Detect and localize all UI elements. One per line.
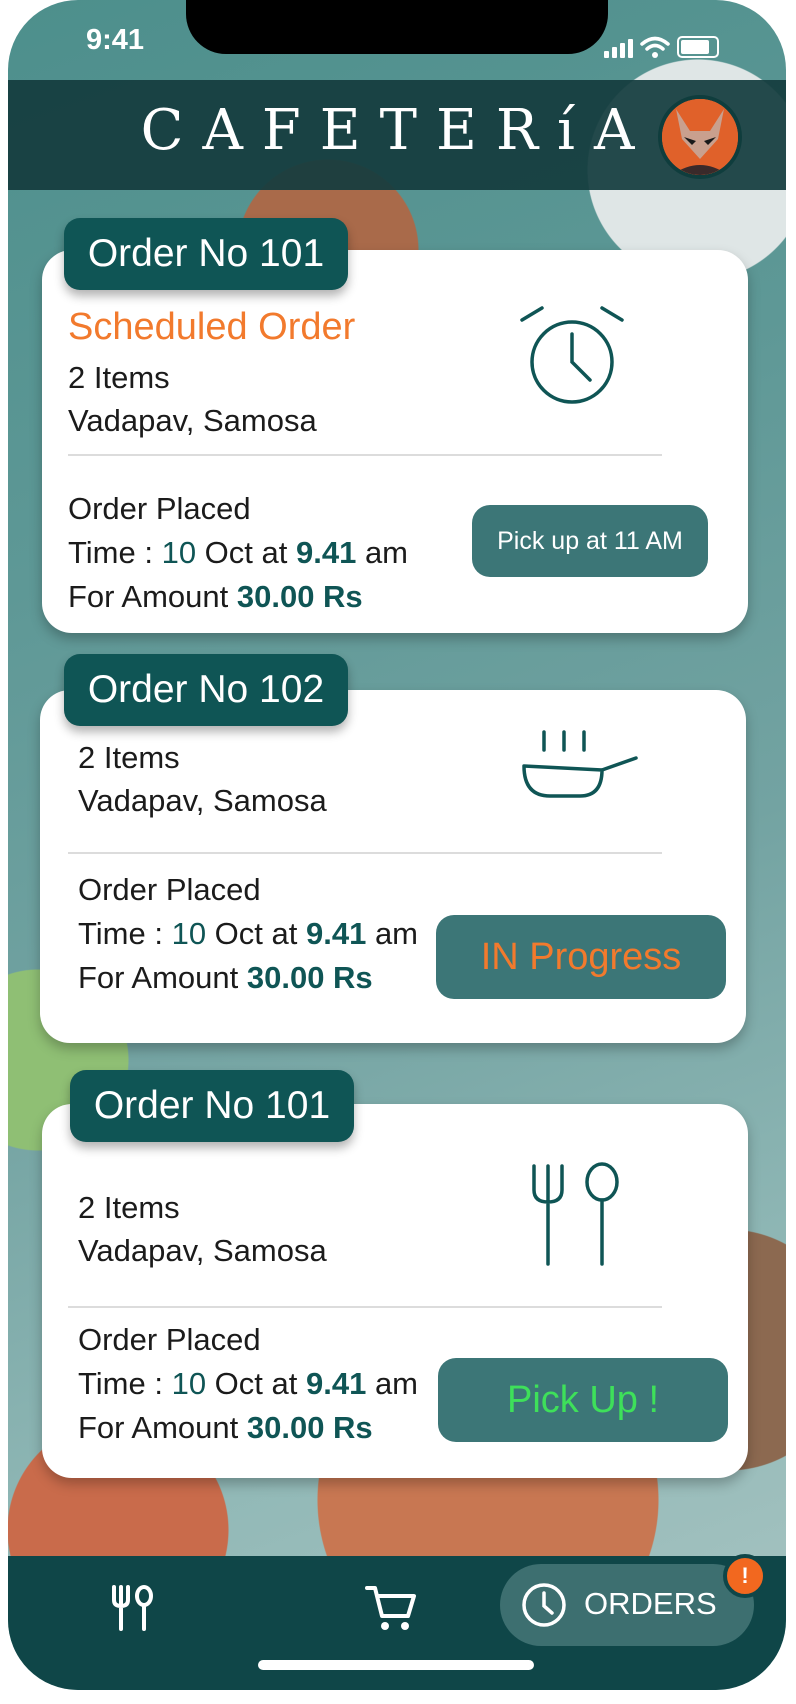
- time-suffix: am: [366, 916, 419, 951]
- order-number-tag: Order No 102: [64, 654, 348, 726]
- alarm-clock-icon: [520, 306, 624, 404]
- time-value: 9.41: [305, 916, 367, 951]
- orders-tab-label: ORDERS: [584, 1586, 717, 1621]
- amount-value: 30.00 Rs: [246, 1410, 373, 1445]
- order-amount: For Amount 30.00 Rs: [78, 1410, 373, 1446]
- order-time: Time : 10 Oct at 9.41 am: [68, 535, 408, 571]
- order-time: Time : 10 Oct at 9.41 am: [78, 1366, 418, 1402]
- amount-value: 30.00 Rs: [236, 579, 363, 614]
- notification-badge: !: [723, 1554, 767, 1598]
- order-placed-label: Order Placed: [78, 872, 261, 907]
- app-header: CAFETERíA: [8, 80, 786, 190]
- in-progress-button[interactable]: IN Progress: [436, 915, 726, 999]
- clock-icon: [522, 1583, 566, 1627]
- order-status-label: Scheduled Order: [68, 306, 356, 348]
- cart-icon[interactable]: [365, 1584, 417, 1632]
- time-prefix: Time :: [78, 1366, 172, 1401]
- notch: [186, 0, 608, 54]
- amount-prefix: For Amount: [68, 579, 237, 614]
- time-value: 9.41: [295, 535, 357, 570]
- order-items-count: 2 Items: [78, 1190, 180, 1225]
- order-items-count: 2 Items: [78, 740, 180, 775]
- order-number-tag: Order No 101: [70, 1070, 354, 1142]
- menu-nav-icon[interactable]: [111, 1584, 155, 1632]
- orders-tab[interactable]: ORDERS: [500, 1564, 754, 1646]
- battery-icon: [677, 36, 719, 58]
- time-suffix: am: [366, 1366, 419, 1401]
- time-day: 10: [161, 535, 197, 570]
- avatar[interactable]: [658, 95, 742, 179]
- amount-value: 30.00 Rs: [246, 960, 373, 995]
- frying-pan-icon: [522, 730, 638, 798]
- order-items: Vadapav, Samosa: [78, 1233, 327, 1268]
- status-time: 9:41: [86, 24, 145, 56]
- order-items: Vadapav, Samosa: [78, 783, 327, 818]
- time-mid: Oct at: [206, 916, 306, 951]
- order-placed-label: Order Placed: [78, 1322, 261, 1357]
- order-number-tag: Order No 101: [64, 218, 348, 290]
- order-items-count: 2 Items: [68, 360, 170, 395]
- time-mid: Oct at: [206, 1366, 306, 1401]
- order-time: Time : 10 Oct at 9.41 am: [78, 916, 418, 952]
- order-amount: For Amount 30.00 Rs: [68, 579, 363, 615]
- time-suffix: am: [356, 535, 409, 570]
- time-day: 10: [171, 1366, 207, 1401]
- home-indicator: [258, 1660, 534, 1670]
- time-prefix: Time :: [78, 916, 172, 951]
- pick-up-button[interactable]: Pick Up !: [438, 1358, 728, 1442]
- order-amount: For Amount 30.00 Rs: [78, 960, 373, 996]
- divider: [68, 1306, 662, 1308]
- order-placed-label: Order Placed: [68, 491, 251, 526]
- fork-spoon-icon: [532, 1162, 619, 1266]
- time-mid: Oct at: [196, 535, 296, 570]
- wifi-icon: [640, 36, 670, 58]
- divider: [68, 454, 662, 456]
- pickup-time-button[interactable]: Pick up at 11 AM: [472, 505, 708, 577]
- order-card-2[interactable]: 2 Items Vadapav, Samosa Order Placed Tim…: [40, 690, 746, 1043]
- amount-prefix: For Amount: [78, 960, 247, 995]
- amount-prefix: For Amount: [78, 1410, 247, 1445]
- avatar-image: [662, 99, 738, 175]
- divider: [68, 852, 662, 854]
- time-prefix: Time :: [68, 535, 162, 570]
- status-icons: [604, 32, 719, 58]
- order-card-3[interactable]: 2 Items Vadapav, Samosa Order Placed Tim…: [42, 1104, 748, 1478]
- signal-icon: [604, 39, 633, 58]
- order-items: Vadapav, Samosa: [68, 403, 317, 438]
- order-card-1[interactable]: Scheduled Order 2 Items Vadapav, Samosa …: [42, 250, 748, 633]
- phone-screen: 9:41 CAFETERíA Scheduled Order 2 Items V…: [8, 0, 786, 1690]
- time-value: 9.41: [305, 1366, 367, 1401]
- time-day: 10: [171, 916, 207, 951]
